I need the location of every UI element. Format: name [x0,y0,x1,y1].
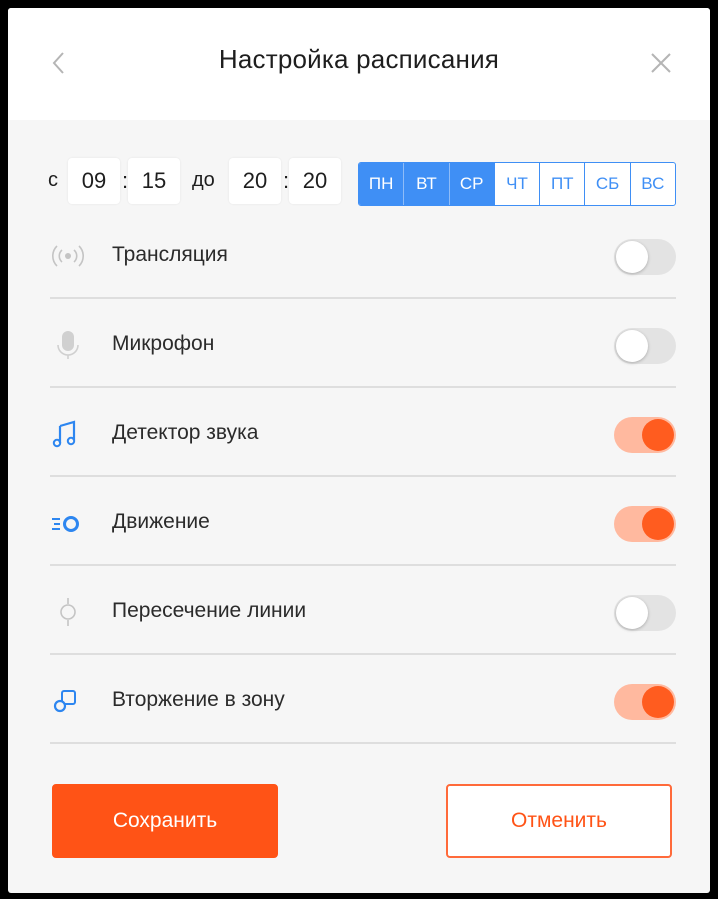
to-label: до [192,169,215,191]
broadcast-icon [50,242,86,270]
from-minutes-input[interactable]: 15 [128,158,180,204]
setting-row-zone-intrusion: Вторжение в зону [50,655,676,744]
cancel-button[interactable]: Отменить [446,784,672,858]
setting-row-line-crossing: Пересечение линии [50,566,676,655]
music-note-icon [50,420,86,448]
motion-icon [50,509,86,537]
setting-row-motion: Движение [50,477,676,566]
close-button[interactable] [646,48,676,78]
toggle-knob [616,330,648,362]
day-fri[interactable]: ПТ [539,163,584,205]
microphone-toggle[interactable] [614,328,676,364]
schedule-settings-dialog: Настройка расписания с 09 : 15 до 20 : 2… [8,8,710,893]
close-icon [651,53,671,73]
weekday-selector: ПН ВТ СР ЧТ ПТ СБ ВС [358,162,676,206]
setting-row-broadcast: Трансляция [50,210,676,299]
zone-intrusion-icon [50,687,86,715]
line-crossing-icon [50,598,86,626]
to-hours-input[interactable]: 20 [229,158,281,204]
day-tue[interactable]: ВТ [403,163,449,205]
setting-label: Трансляция [112,243,228,266]
day-sun[interactable]: ВС [629,163,675,205]
from-label: с [48,169,58,191]
time-range-row: с 09 : 15 до 20 : 20 ПН ВТ СР ЧТ ПТ СБ В… [8,156,710,208]
setting-label: Движение [112,510,210,533]
toggle-knob [642,508,674,540]
day-mon[interactable]: ПН [359,163,404,205]
toggle-knob [616,597,648,629]
setting-row-sound-detector: Детектор звука [50,388,676,477]
microphone-icon [50,331,86,359]
toggle-knob [616,241,648,273]
day-thu[interactable]: ЧТ [493,163,539,205]
save-button[interactable]: Сохранить [52,784,278,858]
from-hours-input[interactable]: 09 [68,158,120,204]
dialog-header: Настройка расписания [8,8,710,120]
day-wed[interactable]: СР [448,163,494,205]
setting-label: Вторжение в зону [112,688,285,711]
setting-label: Пересечение линии [112,599,307,622]
broadcast-toggle[interactable] [614,239,676,275]
dialog-title: Настройка расписания [218,44,500,74]
setting-row-microphone: Микрофон [50,299,676,388]
motion-toggle[interactable] [614,506,676,542]
zone-intrusion-toggle[interactable] [614,684,676,720]
toggle-knob [642,419,674,451]
line-crossing-toggle[interactable] [614,595,676,631]
day-sat[interactable]: СБ [584,163,629,205]
to-minutes-input[interactable]: 20 [289,158,341,204]
setting-label: Детектор звука [112,421,259,444]
setting-label: Микрофон [112,332,215,355]
toggle-knob [642,686,674,718]
sound-detector-toggle[interactable] [614,417,676,453]
